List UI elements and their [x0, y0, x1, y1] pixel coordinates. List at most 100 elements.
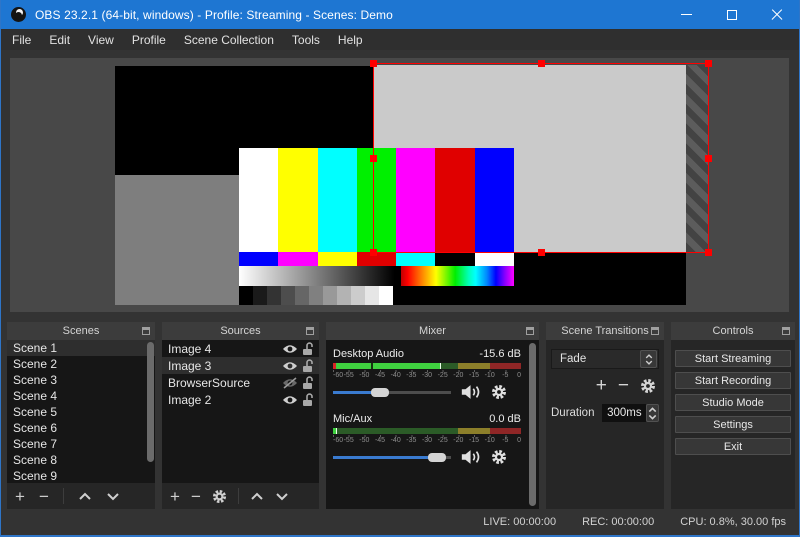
- source-list-item[interactable]: Image 4: [162, 340, 319, 357]
- visibility-eye-icon[interactable]: [282, 343, 298, 355]
- duration-spinner[interactable]: [646, 404, 659, 422]
- visibility-eye-icon[interactable]: [282, 360, 298, 372]
- dock-popout-icon[interactable]: [142, 327, 150, 335]
- scene-list-item[interactable]: Scene 4: [7, 388, 155, 404]
- lock-open-icon[interactable]: [302, 376, 314, 390]
- scene-list-item[interactable]: Scene 5: [7, 404, 155, 420]
- selection-handle-bottom-mid[interactable]: [538, 249, 545, 256]
- duration-input[interactable]: 300ms: [602, 404, 646, 422]
- selection-handle-bottom-right[interactable]: [705, 249, 712, 256]
- scene-list-item[interactable]: Scene 3: [7, 372, 155, 388]
- add-scene-button[interactable]: +: [15, 488, 25, 505]
- minimize-button[interactable]: [664, 0, 709, 29]
- selection-handle-top-left[interactable]: [370, 60, 377, 67]
- menu-help[interactable]: Help: [329, 30, 372, 50]
- source-list-item[interactable]: Image 2: [162, 391, 319, 408]
- selection-handle-bottom-left[interactable]: [370, 249, 377, 256]
- source-list-item[interactable]: Image 3: [162, 357, 319, 374]
- combo-arrows[interactable]: [640, 350, 657, 368]
- visibility-eye-slash-icon[interactable]: [282, 377, 298, 389]
- move-source-up-button[interactable]: [250, 492, 264, 501]
- chevron-down-icon: [106, 492, 120, 501]
- scenes-panel-header: Scenes: [7, 322, 155, 340]
- exit-button[interactable]: Exit: [675, 438, 791, 455]
- volume-meter: [333, 363, 521, 369]
- sources-list[interactable]: Image 4 Image 3 BrowserSource: [162, 340, 319, 483]
- start-streaming-button[interactable]: Start Streaming: [675, 350, 791, 367]
- transition-selected-value: Fade: [552, 353, 640, 365]
- volume-slider[interactable]: [333, 385, 451, 399]
- selection-handle-top-right[interactable]: [705, 60, 712, 67]
- source-properties-gear-button[interactable]: [212, 489, 227, 504]
- add-source-button[interactable]: +: [170, 488, 180, 505]
- dock-popout-icon[interactable]: [782, 327, 790, 335]
- close-button[interactable]: [754, 0, 799, 29]
- channel-level-db: -15.6 dB: [479, 348, 521, 360]
- transition-properties-gear-button[interactable]: [640, 378, 656, 394]
- volume-slider[interactable]: [333, 450, 451, 464]
- channel-settings-gear-button[interactable]: [491, 384, 507, 400]
- chevron-up-icon: [250, 492, 264, 501]
- title-bar[interactable]: OBS 23.2.1 (64-bit, windows) - Profile: …: [1, 0, 799, 29]
- move-scene-up-button[interactable]: [78, 492, 92, 501]
- move-scene-down-button[interactable]: [106, 492, 120, 501]
- transition-select[interactable]: Fade: [551, 349, 659, 369]
- volume-slider-thumb[interactable]: [428, 453, 446, 462]
- preview-canvas[interactable]: [10, 58, 789, 312]
- scenes-list[interactable]: Scene 1 Scene 2 Scene 3 Scene 4 Scene 5 …: [7, 340, 155, 483]
- remove-transition-button[interactable]: −: [618, 378, 629, 394]
- remove-source-button[interactable]: −: [191, 488, 201, 505]
- selection-handle-mid-right[interactable]: [705, 155, 712, 162]
- lock-open-icon[interactable]: [302, 359, 314, 373]
- start-recording-button[interactable]: Start Recording: [675, 372, 791, 389]
- scene-list-item[interactable]: Scene 1: [7, 340, 155, 356]
- volume-slider-thumb[interactable]: [371, 388, 389, 397]
- dock-popout-icon[interactable]: [526, 327, 534, 335]
- scene-list-item[interactable]: Scene 6: [7, 420, 155, 436]
- gear-icon: [491, 449, 507, 465]
- scene-list-item[interactable]: Scene 9: [7, 468, 155, 483]
- chevron-up-icon: [78, 492, 92, 501]
- speaker-mute-button[interactable]: [460, 449, 482, 465]
- chevron-down-icon: [275, 492, 289, 501]
- volume-meter: [333, 428, 521, 434]
- live-time: LIVE: 00:00:00: [483, 516, 556, 528]
- selection-handle-mid-left[interactable]: [370, 155, 377, 162]
- speaker-mute-button[interactable]: [460, 384, 482, 400]
- channel-settings-gear-button[interactable]: [491, 449, 507, 465]
- obs-window: OBS 23.2.1 (64-bit, windows) - Profile: …: [0, 0, 800, 537]
- menu-view[interactable]: View: [79, 30, 123, 50]
- source-list-item[interactable]: BrowserSource: [162, 374, 319, 391]
- menu-tools[interactable]: Tools: [283, 30, 329, 50]
- menu-profile[interactable]: Profile: [123, 30, 175, 50]
- scene-list-item[interactable]: Scene 2: [7, 356, 155, 372]
- move-source-down-button[interactable]: [275, 492, 289, 501]
- transitions-panel-header: Scene Transitions: [546, 322, 664, 340]
- visibility-eye-icon[interactable]: [282, 394, 298, 406]
- scene-list-item[interactable]: Scene 7: [7, 436, 155, 452]
- studio-mode-button[interactable]: Studio Mode: [675, 394, 791, 411]
- settings-button[interactable]: Settings: [675, 416, 791, 433]
- dock-popout-icon[interactable]: [651, 327, 659, 335]
- remove-scene-button[interactable]: −: [39, 488, 49, 505]
- lock-open-icon[interactable]: [302, 393, 314, 407]
- controls-panel-header: Controls: [671, 322, 795, 340]
- menu-edit[interactable]: Edit: [40, 30, 79, 50]
- scene-list-item[interactable]: Scene 8: [7, 452, 155, 468]
- sources-panel-header: Sources: [162, 322, 319, 340]
- maximize-button[interactable]: [709, 0, 754, 29]
- dock-popout-icon[interactable]: [306, 327, 314, 335]
- add-transition-button[interactable]: +: [596, 378, 607, 394]
- mixer-panel: Mixer Desktop Audio -15.6 dB -60 -55 -50: [326, 322, 539, 509]
- window-title: OBS 23.2.1 (64-bit, windows) - Profile: …: [35, 8, 393, 22]
- channel-name: Desktop Audio: [333, 348, 404, 360]
- scenes-scrollbar[interactable]: [147, 342, 154, 462]
- colorbars-gradient-row: [239, 266, 514, 286]
- mixer-scrollbar[interactable]: [529, 343, 536, 506]
- lock-open-icon[interactable]: [302, 342, 314, 356]
- source-selection-box[interactable]: [373, 63, 709, 253]
- menu-file[interactable]: File: [3, 30, 40, 50]
- meter-level-bar: [333, 428, 337, 434]
- selection-handle-top-mid[interactable]: [538, 60, 545, 67]
- menu-scene-collection[interactable]: Scene Collection: [175, 30, 283, 50]
